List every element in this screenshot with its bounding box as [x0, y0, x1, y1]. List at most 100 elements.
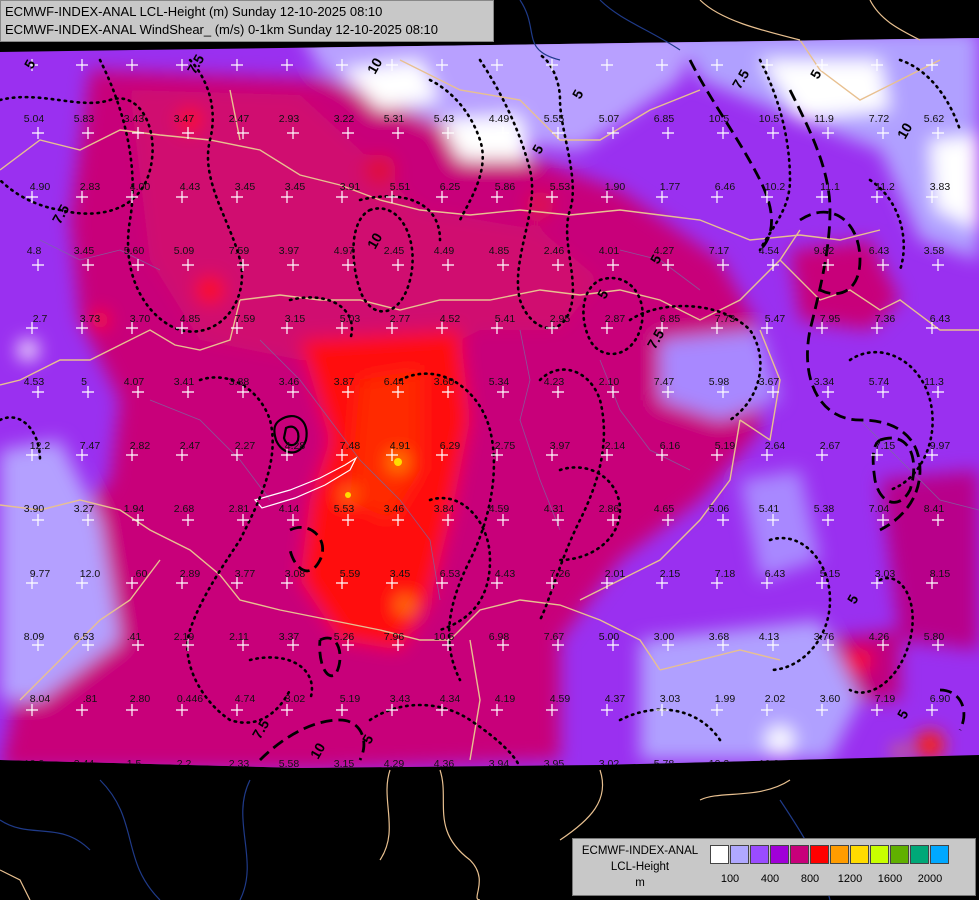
legend-swatch [810, 845, 829, 864]
wind-shear-value: 1.94 [124, 503, 145, 515]
wind-shear-value: 4.34 [440, 693, 461, 705]
wind-shear-value: 3.68 [709, 631, 730, 643]
wind-shear-value: 5.59 [340, 568, 361, 580]
wind-shear-value: 5.62 [924, 113, 945, 125]
wind-shear-value: 6.16 [660, 440, 681, 452]
wind-shear-value: 5.38 [814, 503, 835, 515]
legend-tick-label: 1200 [837, 873, 863, 885]
wind-shear-value: 5.07 [599, 113, 620, 125]
wind-shear-value: 2.81 [229, 503, 250, 515]
wind-shear-value: 2.87 [605, 313, 626, 325]
legend-swatch [750, 845, 769, 864]
wind-shear-value: 7.67 [544, 631, 565, 643]
lcl-height-field: 5.04 5.83 3.43 3.47 2.47 2.93 3.22 5.31 5.43 4.49… [0, 38, 979, 768]
wind-shear-value: 4.85 [180, 313, 201, 325]
wind-shear-value: 7.26 [550, 568, 571, 580]
wind-shear-value: 5.00 [599, 631, 620, 643]
wind-shear-value: 4.59 [489, 503, 510, 515]
wind-shear-value: 3.43 [390, 693, 411, 705]
legend-swatch [770, 845, 789, 864]
wind-shear-value: 3.22 [334, 113, 355, 125]
wind-shear-value: 5.19 [715, 440, 736, 452]
wind-shear-value: 6.98 [489, 631, 510, 643]
wind-shear-value: 3.47 [174, 113, 195, 125]
wind-shear-value: 5.51 [390, 181, 411, 193]
legend-swatch [830, 845, 849, 864]
wind-shear-value: 7.19 [875, 693, 896, 705]
wind-shear-value: 3.27 [74, 503, 95, 515]
legend-swatch [910, 845, 929, 864]
wind-shear-value: 5.80 [924, 631, 945, 643]
wind-shear-value: 3.02 [285, 693, 306, 705]
legend-swatch [890, 845, 909, 864]
wind-shear-value: 4.01 [599, 245, 620, 257]
wind-shear-value: 5.31 [384, 113, 405, 125]
wind-shear-value: 1.99 [715, 693, 736, 705]
wind-shear-value: 5.04 [24, 113, 45, 125]
wind-shear-value: 2.46 [544, 245, 565, 257]
wind-shear-value: 7.95 [820, 313, 841, 325]
wind-shear-value: 9.82 [814, 245, 835, 257]
wind-shear-value: 1.77 [660, 181, 681, 193]
wind-shear-value: 12.2 [30, 440, 51, 452]
wind-shear-value: 2.47 [180, 440, 201, 452]
wind-shear-value: 5.74 [869, 376, 890, 388]
wind-shear-value: 3.41 [174, 376, 195, 388]
wind-shear-value: 2.02 [765, 693, 786, 705]
weather-map: 5.04 5.83 3.43 3.47 2.47 2.93 3.22 5.31 5.43 4.49… [0, 0, 979, 900]
wind-shear-value: 3.60 [434, 376, 455, 388]
wind-shear-value: 6.46 [715, 181, 736, 193]
wind-shear-value: 2.14 [605, 440, 626, 452]
legend-title-line-1: ECMWF-INDEX-ANAL [581, 845, 699, 857]
wind-shear-value: 0.446 [177, 693, 203, 705]
wind-shear-value: .41 [127, 631, 142, 643]
wind-shear-value: 5.47 [765, 313, 786, 325]
wind-shear-value: 3.00 [654, 631, 675, 643]
wind-shear-value: 11.3 [924, 376, 944, 388]
legend-ticks: 100 400 800 1200 1600 2000 [710, 873, 970, 889]
wind-shear-value: 5.60 [124, 245, 145, 257]
wind-shear-value: 2.01 [605, 568, 626, 580]
wind-shear-value: 12.0 [80, 568, 101, 580]
wind-shear-value: 3.03 [875, 568, 896, 580]
wind-shear-value: 3.46 [384, 503, 405, 515]
wind-shear-value: 2.75 [495, 440, 516, 452]
wind-shear-value: 3.15 [285, 313, 306, 325]
wind-shear-value: 5.43 [434, 113, 455, 125]
wind-shear-value: 3.84 [434, 503, 455, 515]
wind-shear-value: 3.76 [814, 631, 835, 643]
wind-shear-value: 4.07 [124, 376, 145, 388]
color-legend: ECMWF-INDEX-ANAL LCL-Height m 100 400 800 1… [572, 838, 976, 896]
wind-shear-value: 3.70 [130, 313, 151, 325]
wind-shear-value: 2.77 [390, 313, 411, 325]
wind-shear-value: 3.67 [759, 376, 780, 388]
wind-shear-value: 6.85 [654, 113, 675, 125]
legend-title-line-2: LCL-Height [610, 861, 670, 873]
wind-shear-value: 2.19 [174, 631, 195, 643]
legend-swatches [710, 845, 950, 864]
wind-shear-value: 4.90 [30, 181, 51, 193]
wind-shear-value: 5.34 [489, 376, 510, 388]
wind-shear-value: .60 [133, 568, 148, 580]
legend-tick-label: 2000 [917, 873, 943, 885]
wind-shear-value: 5.26 [334, 631, 355, 643]
wind-shear-value: 7.48 [340, 440, 361, 452]
wind-shear-value: 5.98 [709, 376, 730, 388]
wind-shear-value: .81 [83, 693, 98, 705]
wind-shear-value: 6.44 [384, 376, 405, 388]
wind-shear-value: 5.19 [340, 693, 361, 705]
wind-shear-value: 3.45 [390, 568, 411, 580]
wind-shear-value: 1.90 [605, 181, 626, 193]
legend-tick-label: 1600 [877, 873, 903, 885]
wind-shear-value: 11.2 [875, 181, 895, 193]
wind-shear-value: 9.77 [30, 568, 51, 580]
wind-shear-value: 6.43 [930, 313, 951, 325]
wind-shear-value: 8.04 [30, 693, 51, 705]
wind-shear-value: 3.87 [334, 376, 355, 388]
wind-shear-value: 4.49 [434, 245, 455, 257]
wind-shear-value: 3.91 [340, 181, 361, 193]
wind-shear-value: 7.04 [869, 503, 890, 515]
wind-shear-value: 3.97 [550, 440, 571, 452]
wind-shear-value: 8.09 [24, 631, 45, 643]
wind-shear-value: 4.23 [544, 376, 565, 388]
